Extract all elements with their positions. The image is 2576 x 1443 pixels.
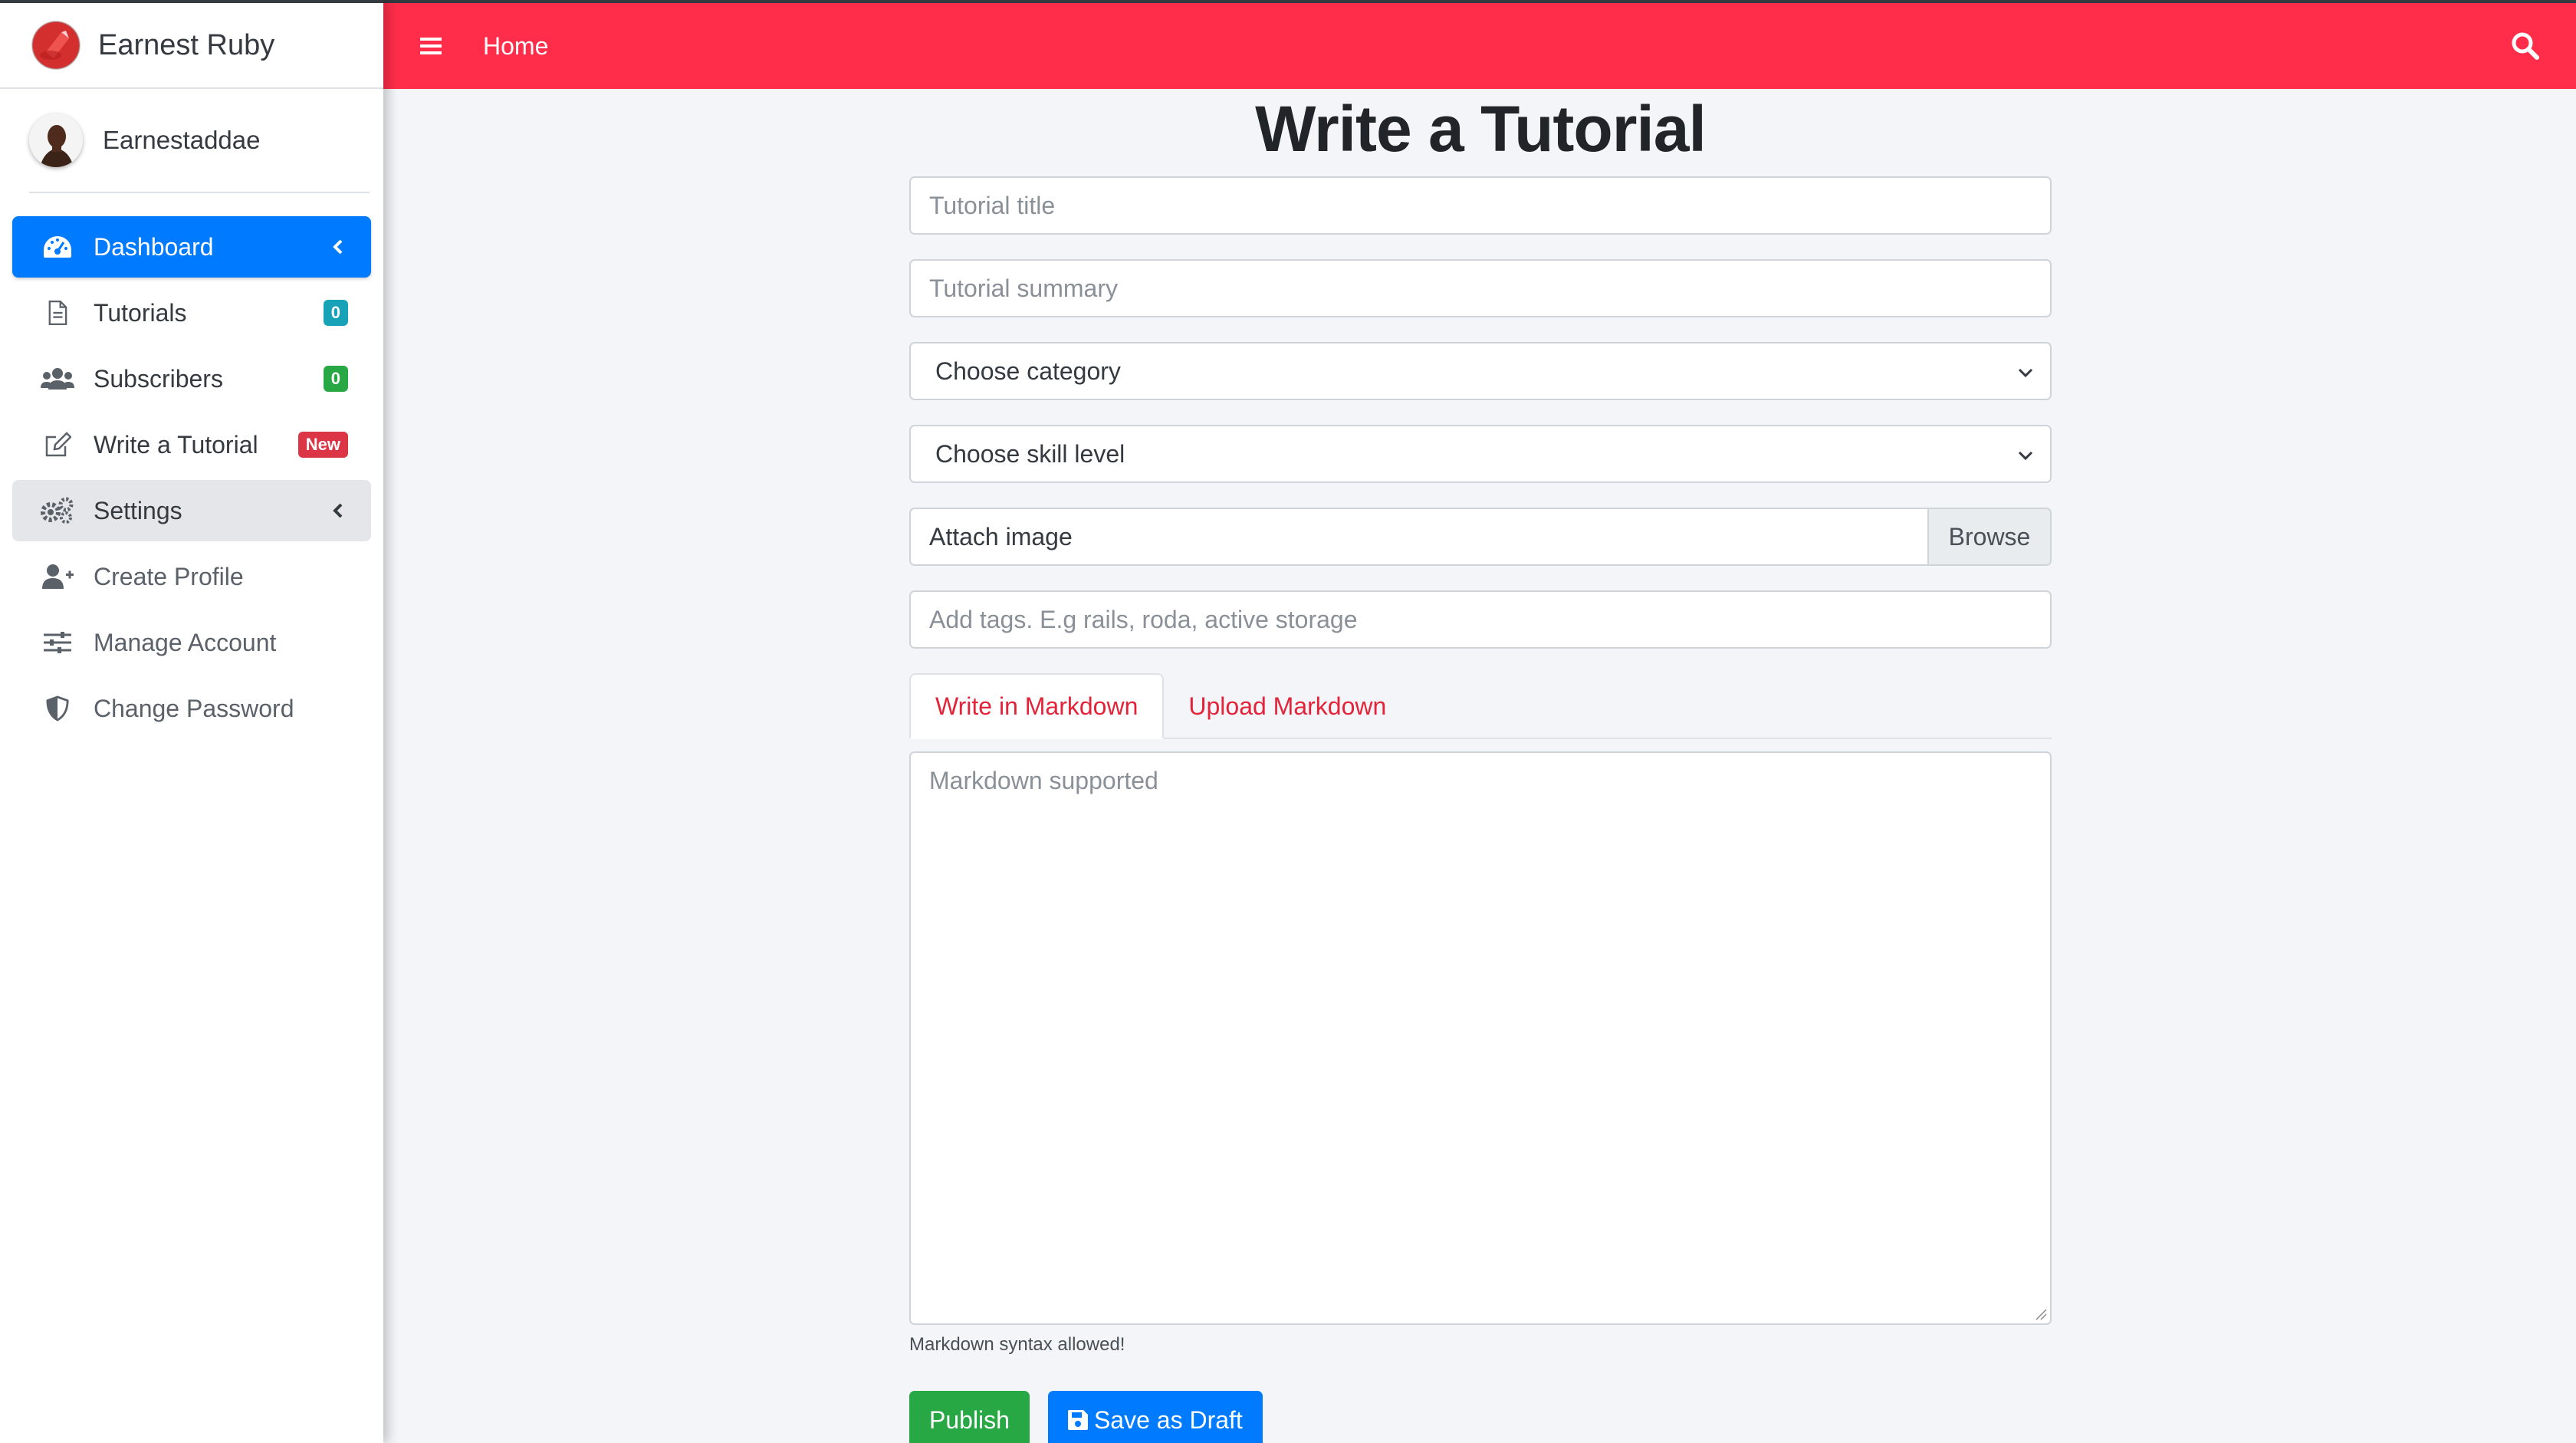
- subscribers-count-badge: 0: [323, 366, 348, 392]
- markdown-textarea[interactable]: Markdown supported: [909, 751, 2052, 1325]
- user-photo-icon: [29, 113, 83, 167]
- sidebar-item-label: Tutorials: [94, 298, 187, 327]
- sidebar-item-label: Settings: [94, 496, 182, 524]
- tags-input[interactable]: Add tags. E.g rails, roda, active storag…: [909, 590, 2052, 649]
- form-actions: Publish Save as Draft: [909, 1391, 2052, 1443]
- sidebar-item-create-profile[interactable]: Create Profile: [12, 546, 371, 607]
- sidebar-item-label: Manage Account: [94, 628, 277, 656]
- user-name[interactable]: Earnestaddae: [103, 126, 261, 155]
- attach-image-label: Attach image: [929, 522, 1073, 551]
- chevron-down-icon: [2018, 368, 2033, 378]
- sidebar-item-settings[interactable]: Settings: [12, 480, 371, 541]
- chevron-left-icon: [333, 503, 343, 518]
- sidebar-item-label: Dashboard: [94, 232, 214, 261]
- tutorials-count-badge: 0: [323, 300, 348, 326]
- browse-button[interactable]: Browse: [1927, 509, 2050, 564]
- tutorial-summary-input[interactable]: Tutorial summary: [909, 259, 2052, 317]
- skill-level-select-value: Choose skill level: [935, 439, 1125, 468]
- users-icon: [40, 363, 75, 394]
- markdown-hint: Markdown syntax allowed!: [909, 1334, 1125, 1355]
- tutorial-title-input[interactable]: Tutorial title: [909, 176, 2052, 235]
- sidebar-item-write-tutorial[interactable]: Write a Tutorial New: [12, 414, 371, 475]
- sidebar-nav: Dashboard Tutorials 0 Subscribers 0 Writ…: [0, 193, 383, 739]
- home-link[interactable]: Home: [483, 32, 548, 61]
- hamburger-icon[interactable]: [419, 33, 445, 59]
- tutorial-form: Write a Tutorial Tutorial title Tutorial…: [909, 89, 2052, 1443]
- top-navbar: Home: [383, 3, 2576, 89]
- resize-handle-icon[interactable]: [2033, 1307, 2047, 1320]
- sidebar-item-subscribers[interactable]: Subscribers 0: [12, 348, 371, 409]
- user-panel[interactable]: Earnestaddae: [29, 89, 370, 193]
- markdown-tabs: Write in Markdown Upload Markdown: [909, 673, 2052, 739]
- category-select[interactable]: Choose category: [909, 342, 2052, 400]
- sidebar-item-change-password[interactable]: Change Password: [12, 678, 371, 739]
- search-icon[interactable]: [2510, 31, 2541, 61]
- publish-button[interactable]: Publish: [909, 1391, 1030, 1443]
- sidebar-item-tutorials[interactable]: Tutorials 0: [12, 282, 371, 343]
- tab-upload-markdown[interactable]: Upload Markdown: [1164, 673, 1411, 739]
- tachometer-icon: [40, 232, 75, 262]
- file-icon: [40, 297, 75, 328]
- tutorial-title-placeholder: Tutorial title: [929, 191, 1056, 219]
- page-title: Write a Tutorial: [1255, 93, 1707, 165]
- category-select-value: Choose category: [935, 357, 1121, 385]
- edit-icon: [40, 429, 75, 460]
- skill-level-select[interactable]: Choose skill level: [909, 425, 2052, 483]
- save-draft-button[interactable]: Save as Draft: [1047, 1391, 1263, 1443]
- ruby-logo-icon: [31, 21, 80, 70]
- cogs-icon: [40, 495, 75, 526]
- shield-icon: [40, 693, 75, 724]
- sidebar: Earnest Ruby Earnestaddae Dashboard Tuto…: [0, 0, 383, 1443]
- brand-name: Earnest Ruby: [98, 28, 275, 61]
- sidebar-item-manage-account[interactable]: Manage Account: [12, 612, 371, 673]
- new-badge: New: [297, 432, 348, 458]
- sidebar-item-label: Create Profile: [94, 562, 244, 590]
- tags-placeholder: Add tags. E.g rails, roda, active storag…: [929, 605, 1358, 633]
- brand-link[interactable]: Earnest Ruby: [0, 3, 383, 89]
- attach-image-input[interactable]: Attach image Browse: [909, 508, 2052, 566]
- sliders-icon: [40, 627, 75, 658]
- chevron-left-icon: [333, 239, 343, 255]
- sidebar-item-label: Subscribers: [94, 364, 223, 393]
- tutorial-summary-placeholder: Tutorial summary: [929, 274, 1118, 302]
- sidebar-item-label: Write a Tutorial: [94, 430, 258, 459]
- chevron-down-icon: [2018, 451, 2033, 461]
- save-icon: [1067, 1410, 1088, 1430]
- publish-label: Publish: [929, 1405, 1010, 1434]
- user-plus-icon: [40, 561, 75, 592]
- save-draft-label: Save as Draft: [1093, 1405, 1243, 1434]
- tab-write-markdown[interactable]: Write in Markdown: [909, 673, 1165, 739]
- markdown-placeholder: Markdown supported: [929, 767, 1158, 794]
- sidebar-item-label: Change Password: [94, 694, 294, 722]
- sidebar-item-dashboard[interactable]: Dashboard: [12, 216, 371, 278]
- avatar[interactable]: [29, 113, 83, 167]
